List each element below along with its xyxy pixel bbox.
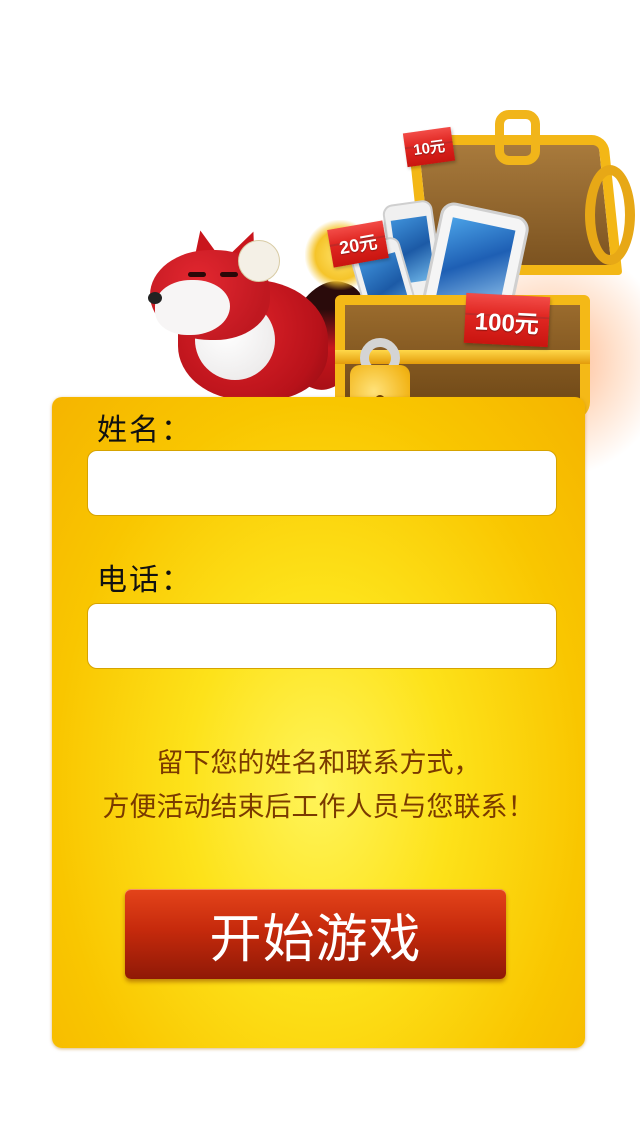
phone-label: 电话： [97, 563, 193, 598]
notice-text: 留下您的姓名和联系方式， 方便活动结束后工作人员与您联系！ [52, 742, 585, 830]
fox-eye-right [220, 272, 238, 277]
name-input[interactable] [87, 450, 557, 516]
chest-handle [495, 110, 540, 165]
notice-line-2: 方便活动结束后工作人员与您联系！ [102, 792, 535, 823]
treasure-chest [305, 110, 635, 445]
fox-tag [238, 240, 280, 282]
start-game-button[interactable]: 开始游戏 [125, 889, 506, 979]
red-envelope-10: 10元 [402, 126, 456, 168]
registration-panel: 姓名： 电话： 留下您的姓名和联系方式， 方便活动结束后工作人员与您联系！ 开始… [52, 397, 585, 1048]
red-envelope-100: 100元 [463, 292, 551, 348]
chest-ring [585, 165, 635, 265]
hero-illustration: 10元 20元 100元 [0, 0, 640, 480]
name-label: 姓名： [97, 413, 193, 448]
phone-input[interactable] [87, 603, 557, 669]
fox-nose [148, 292, 162, 304]
notice-line-1: 留下您的姓名和联系方式， [156, 748, 481, 779]
fox-eye-left [188, 272, 206, 277]
